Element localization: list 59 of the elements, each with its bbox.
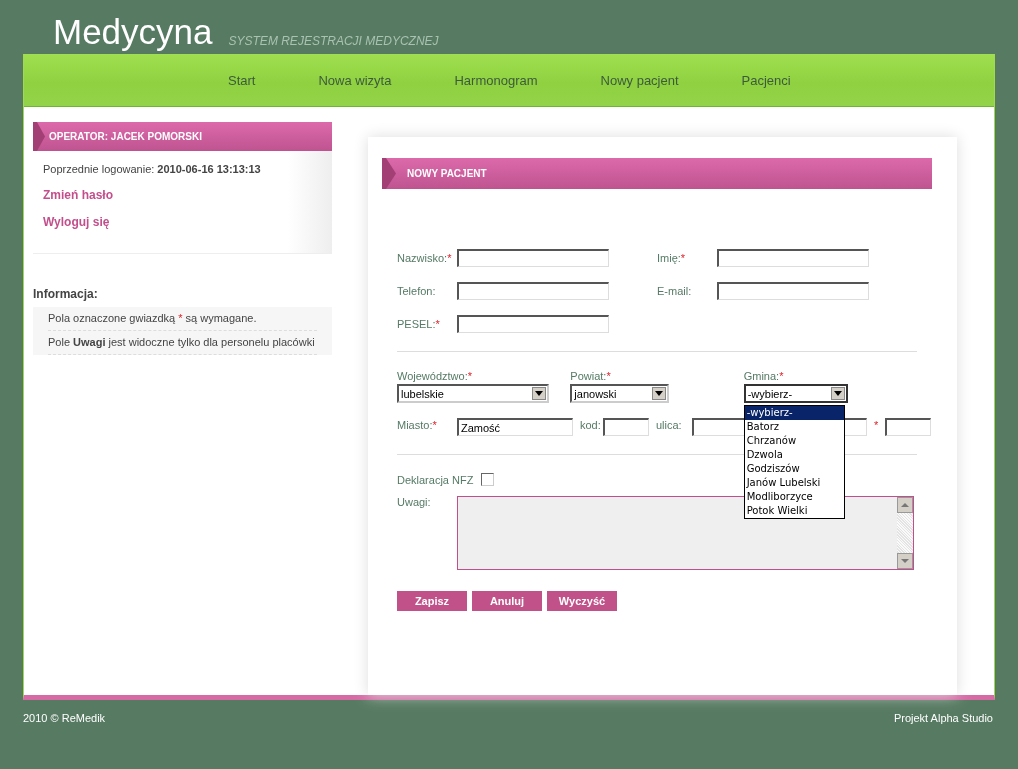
field-label: ulica: [656,418,683,431]
nav-link[interactable]: Nowy pacjent [600,72,679,88]
text-field[interactable] [603,418,649,436]
scroll-down-icon[interactable] [897,553,913,569]
scrollbar[interactable] [897,497,913,569]
text-field[interactable] [717,249,869,267]
dropdown-option[interactable]: Chrzanów [744,434,844,448]
field-label: Województwo:* [397,370,473,382]
nav-link[interactable]: Harmonogram [454,72,538,88]
dropdown-option[interactable]: Potok Wielki [744,504,844,518]
field-label: Imię:* [657,252,687,264]
nav-link[interactable]: Start [228,72,256,88]
dropdown-option[interactable]: Batorz [744,420,844,434]
site-title: Medycyna [53,12,213,52]
last-login-text: Poprzednie logowanie: 2010-06-16 13:13:13 [43,163,262,175]
info-text: Pole Uwagi jest widoczne tylko dla personelu placówki [48,331,317,355]
form-button[interactable]: Zapisz [397,591,467,611]
info-heading: Informacja: [33,287,99,301]
dropdown-option[interactable]: -wybierz- [744,406,844,420]
field-label: kod: [580,418,602,431]
account-link[interactable]: Wyloguj się [43,215,322,229]
scroll-up-icon[interactable] [897,497,913,513]
form-button[interactable]: Wyczyść [547,591,617,611]
checkbox-label: Deklaracja NFZ [397,473,474,486]
checkbox[interactable] [481,473,495,486]
info-text: Pola oznaczone gwiazdką * są wymagane. [48,307,317,331]
field-label: PESEL:* [397,318,441,330]
text-field[interactable] [457,282,609,300]
account-link[interactable]: Zmień hasło [43,188,322,202]
field-label: Telefon: [397,285,437,297]
operator-name: OPERATOR: JACEK POMORSKI [49,131,202,142]
dropdown-option[interactable]: Janów Lubelski [744,476,844,490]
nav-link[interactable]: Nowa wizyta [318,72,392,88]
form-button[interactable]: Anuluj [472,591,542,611]
dropdown-option[interactable]: Modliborzyce [744,490,844,504]
form-title: NOWY PACJENT [407,168,487,179]
field-label: Powiat:* [570,370,612,382]
field-label: * [874,418,880,431]
field-label: E-mail: [657,285,693,297]
ribbon-notch-icon [382,158,396,189]
dropdown-option[interactable]: Dzwola [744,448,844,462]
nav-link[interactable]: Pacjenci [741,72,791,88]
copyright-text: 2010 © ReMedik [23,712,106,724]
text-field[interactable] [457,249,609,267]
ribbon-notch-icon [33,122,45,151]
field-label: Miasto:* [397,418,438,431]
field-label: Gmina:* [743,370,785,382]
site-subtitle: SYSTEM REJESTRACJI MEDYCZNEJ [228,34,439,48]
dropdown-field[interactable]: lubelskie [397,384,549,403]
dropdown-option[interactable]: Godziszów [744,462,844,476]
field-label: Uwagi: [397,496,432,510]
text-field[interactable]: Zamość [457,418,573,436]
dropdown-field[interactable]: janowski [570,384,670,403]
text-field[interactable] [885,418,931,436]
dropdown-field[interactable]: -wybierz- [743,384,848,403]
text-field[interactable] [717,282,869,300]
credits-text: Projekt Alpha Studio [893,712,993,724]
text-field[interactable] [457,315,609,333]
field-label: Nazwisko:* [397,252,453,264]
